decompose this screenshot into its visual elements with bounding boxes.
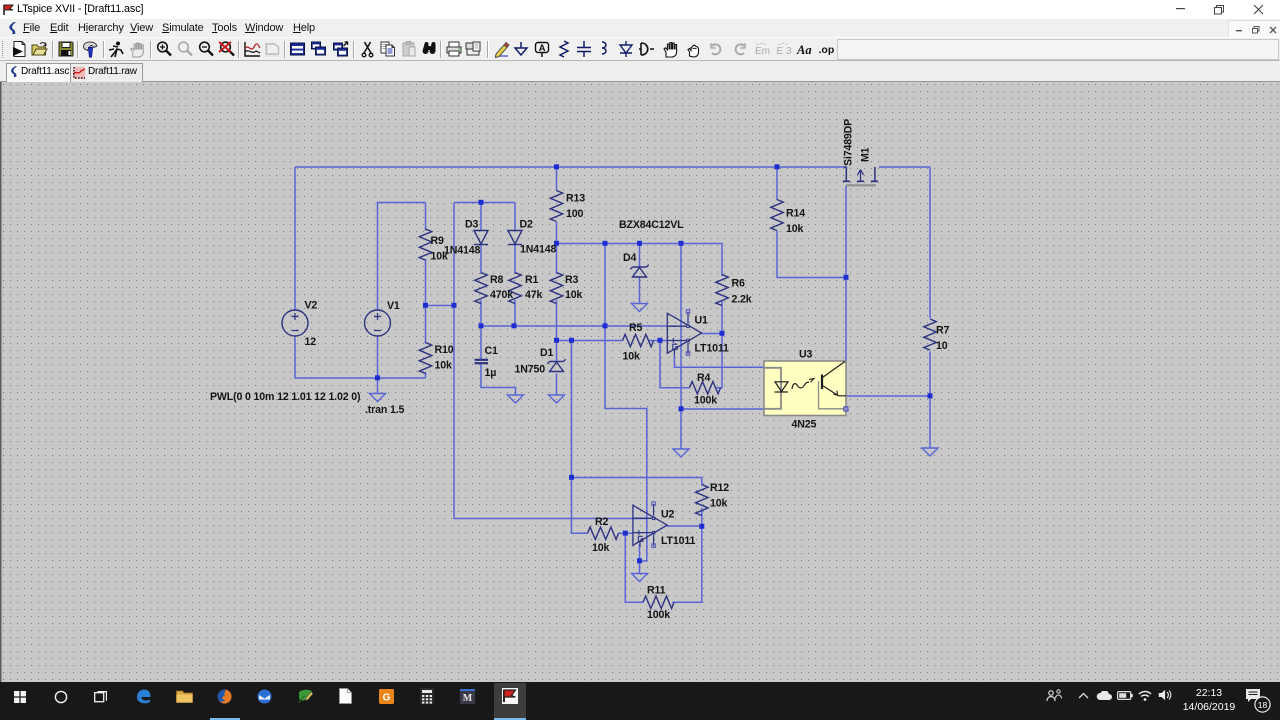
svg-text:R4: R4 [697,372,711,384]
svg-text:C1: C1 [485,345,499,357]
svg-text:R10: R10 [435,344,454,356]
svg-text:LT1011: LT1011 [695,342,729,354]
svg-text:G: G [383,693,391,704]
svg-text:4N25: 4N25 [792,418,817,430]
svg-text:.tran 1.5: .tran 1.5 [365,404,405,416]
svg-text:U3: U3 [799,348,813,360]
svg-text:10k: 10k [435,359,452,371]
svg-text:M: M [463,693,473,704]
svg-text:100k: 100k [647,609,670,621]
svg-text:BZX84C12VL: BZX84C12VL [619,219,684,231]
svg-text:1N750: 1N750 [515,363,546,375]
svg-text:R2: R2 [595,516,609,528]
svg-text:A: A [539,43,546,54]
svg-text:18: 18 [1258,700,1268,710]
svg-text:100k: 100k [694,394,717,406]
svg-text:10k: 10k [565,289,582,301]
svg-text:R7: R7 [936,324,950,336]
svg-text:R3: R3 [565,274,579,286]
svg-text:V1: V1 [387,300,400,312]
svg-text:R12: R12 [710,482,729,494]
svg-text:2.2k: 2.2k [732,293,752,305]
svg-text:R6: R6 [732,277,746,289]
svg-text:470k: 470k [490,289,513,301]
svg-text:100: 100 [566,208,583,220]
svg-text:10k: 10k [786,223,803,235]
svg-text:10k: 10k [710,497,727,509]
svg-text:R14: R14 [786,207,805,219]
svg-text:.op: .op [819,44,835,56]
svg-text:Si7489DP: Si7489DP [843,119,855,166]
svg-text:D4: D4 [623,252,637,264]
svg-text:M1: M1 [860,147,872,162]
svg-text:D1: D1 [540,347,554,359]
svg-text:12: 12 [305,336,317,348]
svg-text:47k: 47k [525,289,542,301]
svg-text:Em: Em [755,46,770,57]
svg-text:R5: R5 [629,322,643,334]
svg-text:10k: 10k [592,542,609,554]
svg-text:Aa: Aa [796,43,812,57]
svg-text:V2: V2 [305,299,318,311]
svg-text:R8: R8 [490,274,504,286]
svg-text:1N4148: 1N4148 [520,243,556,255]
svg-text:D2: D2 [520,218,534,230]
svg-text:U1: U1 [695,314,709,326]
svg-text:1µ: 1µ [485,367,497,379]
svg-text:LT1011: LT1011 [661,535,695,547]
svg-text:R11: R11 [647,584,666,596]
svg-text:R13: R13 [566,192,585,204]
svg-text:1N4148: 1N4148 [444,244,480,256]
svg-text:R9: R9 [431,235,445,247]
svg-text:D3: D3 [465,218,479,230]
svg-text:R1: R1 [525,274,539,286]
svg-text:U2: U2 [661,508,675,520]
svg-text:10: 10 [936,340,948,352]
svg-text:PWL(0 0 10m 12 1.01 12 1.02 0): PWL(0 0 10m 12 1.01 12 1.02 0) [210,391,360,403]
svg-text:E 3: E 3 [777,46,792,57]
svg-text:10k: 10k [623,350,640,362]
